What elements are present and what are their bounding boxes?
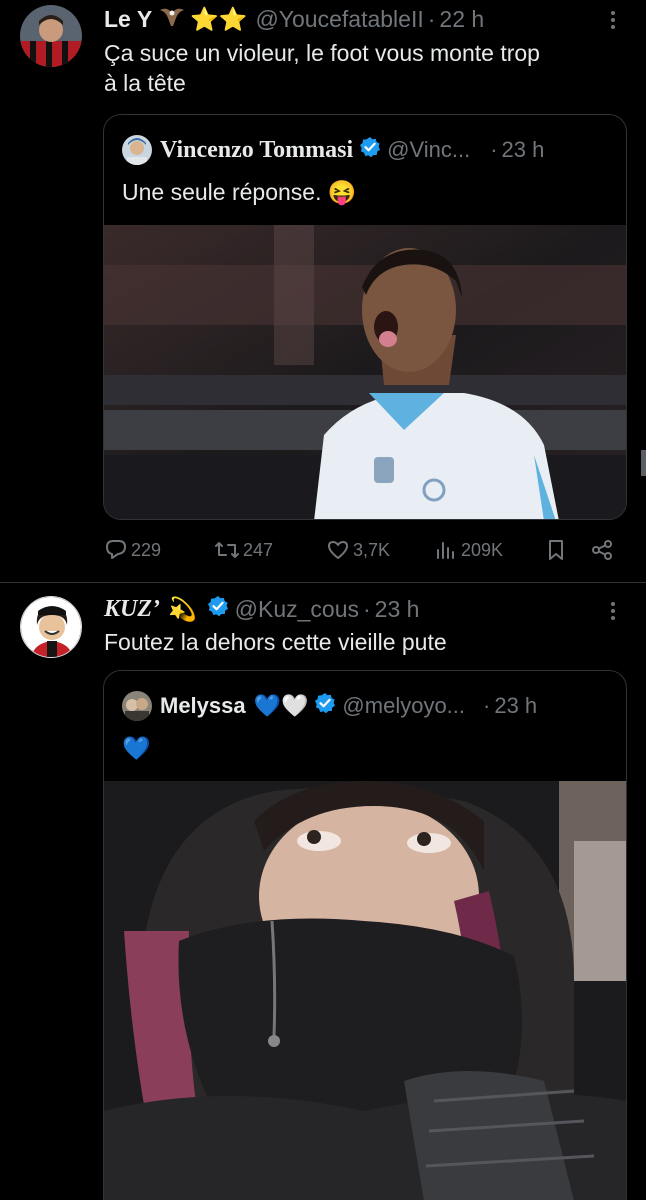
separator-dot: · <box>427 6 436 32</box>
quoted-avatar <box>122 135 152 165</box>
dizzy-emoji: 💫 <box>168 596 197 622</box>
share-icon <box>592 540 612 560</box>
repost-count: 247 <box>243 539 274 560</box>
views-count: 209K <box>461 539 504 560</box>
quoted-avatar <box>122 691 152 721</box>
analytics-icon <box>437 542 454 559</box>
share-button[interactable] <box>590 539 617 561</box>
bookmark-button[interactable] <box>546 539 569 561</box>
star-emoji: ⭐⭐ <box>190 6 248 32</box>
like-button[interactable]: 3,7K <box>326 539 390 561</box>
scroll-indicator[interactable] <box>641 450 646 476</box>
heart-icon <box>328 541 348 559</box>
timestamp[interactable]: 22 h <box>439 5 484 33</box>
bookmark-icon <box>549 540 563 560</box>
reply-icon <box>106 540 126 559</box>
tweet-text: Ça suce un violeur, le foot vous monte t… <box>104 38 540 98</box>
hearts-emoji: 💙🤍 <box>253 693 309 718</box>
author-name[interactable]: Le Y <box>104 5 152 33</box>
verified-badge-icon <box>314 692 336 721</box>
tweet-text-line-1: Ça suce un violeur, le foot vous monte t… <box>104 40 540 66</box>
quoted-tweet-header: Vincenzo Tommasi @Vinc... · 23 h <box>122 135 544 165</box>
author-handle[interactable]: @Kuz_cous <box>235 595 359 623</box>
quoted-tweet-text: 💙 <box>122 735 151 761</box>
more-options-icon[interactable] <box>607 599 619 623</box>
quoted-media-image[interactable] <box>104 225 626 519</box>
quoted-timestamp: 23 h <box>501 137 545 162</box>
tweet-header: Le Y ⭐⭐ @YoucefatableII · 22 h <box>104 4 484 34</box>
reply-button[interactable]: 229 <box>104 539 161 561</box>
repost-icon <box>215 542 239 558</box>
quoted-tweet[interactable]: Vincenzo Tommasi @Vinc... · 23 h Une seu… <box>103 114 627 520</box>
separator-dot: · <box>483 693 491 718</box>
author-name[interactable]: KUZ’ <box>104 595 160 623</box>
quoted-tweet-text: Une seule réponse. 😝 <box>122 179 357 205</box>
verified-badge-icon <box>207 595 229 623</box>
tweet-header: KUZ’ 💫 @Kuz_cous · 23 h <box>104 595 419 623</box>
verified-badge-icon <box>359 136 381 165</box>
quoted-author-handle: @Vinc... <box>387 137 471 162</box>
avatar[interactable] <box>20 596 82 658</box>
timestamp[interactable]: 23 h <box>375 595 420 623</box>
tweet-2[interactable]: KUZ’ 💫 @Kuz_cous · 23 h Foutez la dehors… <box>0 583 646 1200</box>
eagle-icon <box>158 4 186 34</box>
quoted-author-handle: @melyoyo... <box>342 693 466 718</box>
reply-count: 229 <box>131 539 162 560</box>
quoted-media-image[interactable] <box>104 781 626 1200</box>
author-handle[interactable]: @YoucefatableII <box>255 5 423 33</box>
quoted-author-name: Vincenzo Tommasi <box>160 137 354 163</box>
quoted-tweet-header: Melyssa 💙🤍 @melyoyo... · 23 h <box>122 691 537 721</box>
views-button[interactable]: 209K <box>434 539 503 561</box>
more-options-icon[interactable] <box>607 8 619 32</box>
repost-button[interactable]: 247 <box>214 539 273 561</box>
quoted-tweet[interactable]: Melyssa 💙🤍 @melyoyo... · 23 h 💙 <box>103 670 627 1200</box>
tweet-actions: 229 247 3,7K 209K <box>104 536 616 564</box>
like-count: 3,7K <box>353 539 391 560</box>
tweet-text: Foutez la dehors cette vieille pute <box>104 629 447 655</box>
avatar[interactable] <box>20 5 82 67</box>
quoted-author-name: Melyssa <box>160 693 246 718</box>
tweet-text-line-2: à la tête <box>104 70 186 96</box>
separator-dot: · <box>490 137 498 162</box>
quoted-timestamp: 23 h <box>494 693 538 718</box>
tweet-1[interactable]: Le Y ⭐⭐ @YoucefatableII · 22 h Ça suce u… <box>0 0 646 583</box>
separator-dot: · <box>363 596 371 622</box>
